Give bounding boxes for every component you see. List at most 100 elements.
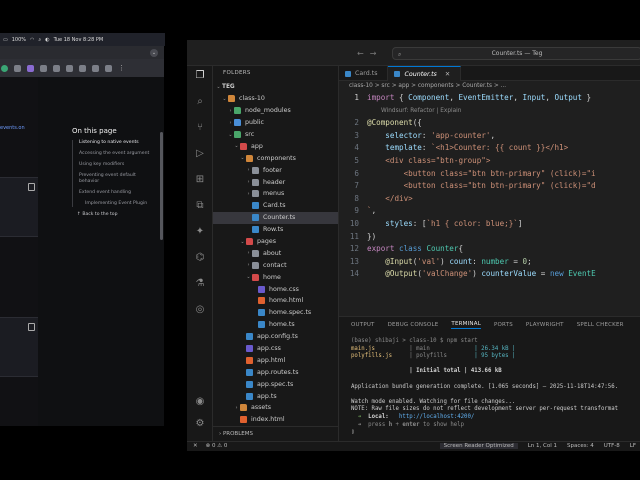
file-item[interactable]: home.ts [213, 319, 338, 331]
file-item[interactable]: app.routes.ts [213, 366, 338, 378]
panel-tab[interactable]: TERMINAL [451, 321, 481, 329]
folder-item[interactable]: › public [213, 117, 338, 129]
folder-item[interactable]: › contact [213, 259, 338, 271]
file-item[interactable]: index.html [213, 414, 338, 426]
folder-item[interactable]: ⌄ app [213, 140, 338, 152]
code-view[interactable]: 1 import { Component, EventEmitter, Input… [339, 92, 640, 281]
docker-icon[interactable]: ⌬ [194, 252, 206, 264]
indentation[interactable]: Spaces: 4 [567, 443, 594, 449]
problems-count[interactable]: ⊗ 0 ⚠ 0 [206, 443, 228, 449]
close-icon[interactable]: ✕ [445, 71, 450, 78]
codelens-hint[interactable]: Windsurf: Refactor | Explain [339, 105, 640, 118]
cursor-position[interactable]: Ln 1, Col 1 [528, 443, 557, 449]
file-item[interactable]: app.ts [213, 390, 338, 402]
folder-item[interactable]: ⌄ components [213, 152, 338, 164]
title-bar: ←→ ⌕ Counter.ts — Teg [187, 40, 640, 66]
terminal-output[interactable]: (base) shibaji > class-10 $ npm start mai… [351, 338, 640, 437]
extension-icon[interactable] [14, 64, 21, 72]
search-icon[interactable]: ⌕ [194, 96, 206, 108]
editor-tab[interactable]: Card.ts [339, 66, 389, 81]
folder-item[interactable]: › footer [213, 164, 338, 176]
control-center-icon[interactable]: ◐ [45, 37, 49, 43]
folder-item[interactable]: › menus [213, 188, 338, 200]
toc-item[interactable]: Preventing event default behavior [79, 173, 157, 185]
search-icon[interactable]: ⌕ [38, 37, 41, 43]
toc-item[interactable]: Using key modifiers [79, 162, 157, 168]
workspace-root[interactable]: ⌄ TEG [213, 81, 338, 93]
folder-item[interactable]: › about [213, 247, 338, 259]
bookmark-icon[interactable]: ◎ [194, 304, 206, 316]
toc-item[interactable]: Implementing Event Plugin [79, 201, 157, 207]
file-item[interactable]: home.css [213, 283, 338, 295]
panel-tab[interactable]: SPELL CHECKER [577, 322, 624, 328]
folder-item[interactable]: ⌄ src [213, 129, 338, 141]
tab-search-dropdown-icon[interactable]: ⌄ [150, 48, 158, 57]
sparkle-icon[interactable]: ✦ [194, 226, 206, 238]
back-to-top-link[interactable]: ↑ Back to the top [77, 212, 157, 217]
line-number: 5 [354, 155, 359, 165]
file-item[interactable]: app.config.ts [213, 331, 338, 343]
folder-item[interactable]: › assets [213, 402, 338, 414]
doc-link[interactable]: events.on [0, 125, 25, 131]
file-item[interactable]: app.html [213, 354, 338, 366]
terminal-line: Watch mode enabled. Watching for file ch… [351, 398, 516, 405]
code-text: </div> [385, 193, 413, 203]
encoding[interactable]: UTF-8 [604, 443, 620, 449]
folder-item[interactable]: ⌄ home [213, 271, 338, 283]
panel-tab[interactable]: PLAYWRIGHT [526, 322, 564, 328]
account-icon[interactable]: ◉ [194, 396, 206, 408]
editor-tab[interactable]: Counter.ts ✕ [388, 66, 462, 81]
folder-item[interactable]: ⌄ pages [213, 236, 338, 248]
battery-icon[interactable]: ▭ [3, 37, 8, 43]
breadcrumb[interactable]: class-10 > src > app > components > Coun… [339, 81, 640, 92]
menubar-clock[interactable]: Tue 18 Nov 8:28 PM [54, 37, 104, 43]
file-item[interactable]: app.css [213, 343, 338, 355]
settings-gear-icon[interactable]: ⚙ [194, 418, 206, 430]
explorer-icon[interactable]: ❐ [194, 70, 206, 82]
file-item[interactable]: Row.ts [213, 224, 338, 236]
panel-tab[interactable]: PORTS [494, 322, 513, 328]
browser-menu-icon[interactable]: ⋮ [118, 64, 125, 72]
profile-icon[interactable] [105, 64, 112, 72]
remote-indicator[interactable]: ✕ [193, 443, 198, 449]
remote-explorer-icon[interactable]: ⧉ [194, 200, 206, 212]
copy-icon[interactable] [28, 183, 35, 191]
file-item[interactable]: home.html [213, 295, 338, 307]
extensions-icon[interactable]: ⊞ [194, 174, 206, 186]
folder-item[interactable]: › node_modules [213, 105, 338, 117]
toc-item[interactable]: Accessing the event argument [79, 151, 157, 157]
problems-section[interactable]: › PROBLEMS [213, 426, 338, 441]
extension-icon[interactable] [53, 64, 60, 72]
extension-icon[interactable] [92, 64, 99, 72]
panel-tab[interactable]: DEBUG CONSOLE [388, 322, 439, 328]
tree-item-label: app.css [257, 345, 281, 353]
extension-icon[interactable] [66, 64, 73, 72]
extension-icon[interactable] [1, 64, 8, 72]
folder-item[interactable]: ⌄ class-10 [213, 93, 338, 105]
file-item[interactable]: Card.ts [213, 200, 338, 212]
extension-icon[interactable] [79, 64, 86, 72]
source-control-icon[interactable]: ⑂ [194, 122, 206, 134]
file-item[interactable]: app.spec.ts [213, 378, 338, 390]
toc-item[interactable]: Extend event handling [79, 190, 157, 196]
command-center[interactable]: ⌕ Counter.ts — Teg [392, 47, 640, 60]
folder-icon [234, 131, 241, 138]
page-scrollbar[interactable] [160, 132, 163, 240]
nav-arrows[interactable]: ←→ [357, 49, 382, 58]
run-debug-icon[interactable]: ▷ [194, 148, 206, 160]
screen-reader-status[interactable]: Screen Reader Optimized [439, 443, 518, 449]
panel-tab[interactable]: OUTPUT [351, 322, 375, 328]
end-of-line[interactable]: LF [630, 443, 636, 449]
file-item[interactable]: Counter.ts [213, 211, 338, 224]
folder-item[interactable]: › header [213, 176, 338, 188]
terminal-line: | Initial total | 413.66 kB [409, 368, 502, 375]
testing-icon[interactable]: ⚗ [194, 278, 206, 290]
extension-icon[interactable] [27, 64, 34, 72]
wifi-icon[interactable]: ◠ [30, 37, 34, 43]
file-item[interactable]: home.spec.ts [213, 307, 338, 319]
code-text: export class Counter{ [367, 244, 464, 254]
extension-icon[interactable] [40, 64, 47, 72]
copy-icon[interactable] [28, 323, 35, 331]
toc-item[interactable]: Listening to native events [79, 140, 157, 146]
